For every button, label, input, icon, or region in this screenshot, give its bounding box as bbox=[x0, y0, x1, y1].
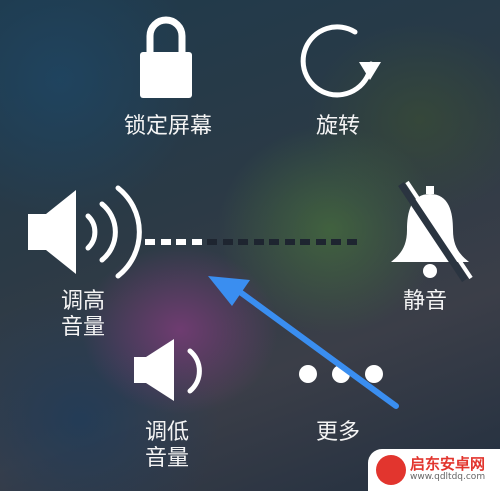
mute-button[interactable]: 静音 bbox=[380, 180, 480, 315]
lock-icon bbox=[136, 14, 196, 100]
rotate-label: 旋转 bbox=[315, 114, 360, 139]
volume-segment-empty bbox=[253, 239, 264, 245]
volume-segment-empty bbox=[284, 239, 295, 245]
speaker-loud-icon bbox=[24, 180, 144, 284]
volume-segment-empty bbox=[222, 239, 233, 245]
volume-down-label-line2: 音量 bbox=[144, 446, 189, 471]
more-dots-icon bbox=[294, 359, 386, 389]
more-button[interactable]: 更多 bbox=[290, 355, 390, 450]
watermark-url: www.qdltdq.com bbox=[410, 472, 486, 482]
volume-segment-filled bbox=[160, 239, 171, 245]
volume-segment-empty bbox=[331, 239, 341, 245]
volume-segment-empty bbox=[300, 239, 310, 245]
volume-down-button[interactable]: 调低 音量 bbox=[128, 335, 218, 475]
watermark-logo-icon bbox=[376, 455, 406, 485]
rotate-icon bbox=[297, 18, 389, 104]
volume-segment-empty bbox=[207, 239, 217, 245]
speaker-soft-icon bbox=[130, 337, 212, 403]
lock-screen-label: 锁定屏幕 bbox=[123, 114, 212, 139]
mute-label: 静音 bbox=[402, 289, 447, 314]
volume-level-bar bbox=[145, 239, 365, 247]
volume-up-label-line1: 调高 bbox=[60, 289, 105, 314]
watermark-title: 启东安卓网 bbox=[410, 455, 486, 473]
volume-up-label-line2: 音量 bbox=[60, 315, 105, 340]
volume-segment-empty bbox=[238, 239, 248, 245]
rotate-button[interactable]: 旋转 bbox=[295, 10, 395, 140]
volume-up-button[interactable]: 调高 音量 bbox=[24, 180, 144, 345]
lock-screen-button[interactable]: 锁定屏幕 bbox=[118, 10, 238, 140]
volume-segment-empty bbox=[315, 239, 326, 245]
volume-down-label-line1: 调低 bbox=[144, 420, 189, 445]
volume-segment-empty bbox=[346, 239, 357, 245]
more-label: 更多 bbox=[315, 420, 360, 445]
watermark: 启东安卓网 www.qdltdq.com bbox=[368, 449, 500, 491]
volume-segment-empty bbox=[269, 239, 279, 245]
bell-muted-icon bbox=[385, 180, 475, 284]
volume-segment-filled bbox=[145, 239, 155, 245]
volume-segment-filled bbox=[191, 239, 202, 245]
volume-segment-filled bbox=[176, 239, 186, 245]
